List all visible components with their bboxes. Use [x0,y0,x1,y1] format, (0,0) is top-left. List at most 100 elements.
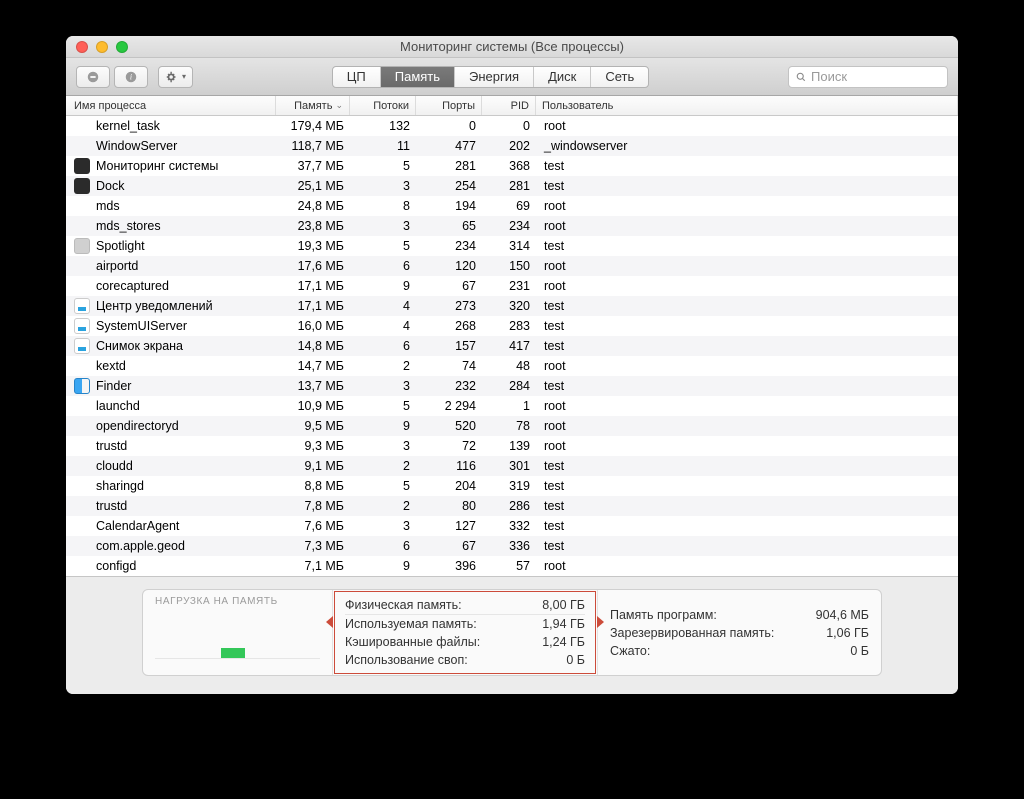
process-ports: 65 [416,216,482,236]
col-header-threads[interactable]: Потоки [350,96,416,115]
table-row[interactable]: Снимок экрана14,8 МБ6157417test [66,336,958,356]
table-row[interactable]: opendirectoryd9,5 МБ952078root [66,416,958,436]
table-row[interactable]: com.apple.geod7,3 МБ667336test [66,536,958,556]
process-memory: 37,7 МБ [276,156,350,176]
process-table-body[interactable]: kernel_task179,4 МБ13200rootWindowServer… [66,116,958,576]
process-pid: 202 [482,136,536,156]
process-name: SystemUIServer [96,319,187,333]
table-row[interactable]: CalendarAgent7,6 МБ3127332test [66,516,958,536]
traffic-lights [76,41,128,53]
tab-disk[interactable]: Диск [534,67,591,87]
settings-button[interactable]: ▾ [158,66,193,88]
table-row[interactable]: sharingd8,8 МБ5204319test [66,476,958,496]
table-row[interactable]: Центр уведомлений17,1 МБ4273320test [66,296,958,316]
process-threads: 4 [350,316,416,336]
process-pid: 139 [482,436,536,456]
table-row[interactable]: mds_stores23,8 МБ365234root [66,216,958,236]
process-user: test [536,516,958,536]
process-threads: 2 [350,496,416,516]
app-icon [74,178,90,194]
process-user: test [536,496,958,516]
process-name: Снимок экрана [96,339,183,353]
process-pid: 314 [482,236,536,256]
process-ports: 67 [416,276,482,296]
table-row[interactable]: trustd9,3 МБ372139root [66,436,958,456]
tab-cpu[interactable]: ЦП [333,67,381,87]
process-name: WindowServer [96,139,177,153]
close-icon[interactable] [76,41,88,53]
process-memory: 17,1 МБ [276,296,350,316]
table-row[interactable]: Finder13,7 МБ3232284test [66,376,958,396]
process-threads: 9 [350,416,416,436]
process-name: trustd [96,499,127,513]
process-user: root [536,556,958,576]
process-ports: 0 [416,116,482,136]
process-threads: 2 [350,456,416,476]
table-row[interactable]: kextd14,7 МБ27448root [66,356,958,376]
process-threads: 3 [350,176,416,196]
col-header-user[interactable]: Пользователь [536,96,958,115]
col-header-memory[interactable]: Память⌄ [276,96,350,115]
process-memory: 7,3 МБ [276,536,350,556]
window-title: Мониторинг системы (Все процессы) [66,39,958,54]
table-row[interactable]: Spotlight19,3 МБ5234314test [66,236,958,256]
table-row[interactable]: airportd17,6 МБ6120150root [66,256,958,276]
memory-stats-primary: Физическая память:8,00 ГБ Используемая п… [333,590,597,675]
process-memory: 17,1 МБ [276,276,350,296]
tab-memory[interactable]: Память [381,67,455,87]
process-ports: 72 [416,436,482,456]
table-row[interactable]: cloudd9,1 МБ2116301test [66,456,958,476]
titlebar[interactable]: Мониторинг системы (Все процессы) [66,36,958,58]
process-threads: 6 [350,536,416,556]
tab-network[interactable]: Сеть [591,67,648,87]
table-row[interactable]: mds24,8 МБ819469root [66,196,958,216]
tab-segmented-control: ЦП Память Энергия Диск Сеть [332,66,649,88]
process-memory: 17,6 МБ [276,256,350,276]
process-user: _windowserver [536,136,958,156]
process-threads: 3 [350,216,416,236]
process-ports: 67 [416,536,482,556]
process-name: opendirectoryd [96,419,179,433]
process-user: root [536,416,958,436]
table-row[interactable]: kernel_task179,4 МБ13200root [66,116,958,136]
info-button[interactable]: i [114,66,148,88]
table-row[interactable]: WindowServer118,7 МБ11477202_windowserve… [66,136,958,156]
process-pid: 284 [482,376,536,396]
table-row[interactable]: configd7,1 МБ939657root [66,556,958,576]
table-row[interactable]: launchd10,9 МБ52 2941root [66,396,958,416]
table-row[interactable]: Dock25,1 МБ3254281test [66,176,958,196]
process-name: launchd [96,399,140,413]
process-ports: 74 [416,356,482,376]
table-row[interactable]: corecaptured17,1 МБ967231root [66,276,958,296]
process-name: Центр уведомлений [96,299,213,313]
stop-icon [86,70,100,84]
process-memory: 16,0 МБ [276,316,350,336]
table-row[interactable]: trustd7,8 МБ280286test [66,496,958,516]
process-user: root [536,196,958,216]
tab-energy[interactable]: Энергия [455,67,534,87]
search-placeholder: Поиск [811,69,847,84]
zoom-icon[interactable] [116,41,128,53]
activity-monitor-window: Мониторинг системы (Все процессы) i ▾ ЦП… [66,36,958,694]
stop-process-button[interactable] [76,66,110,88]
process-memory: 9,3 МБ [276,436,350,456]
table-header: Имя процесса Память⌄ Потоки Порты PID По… [66,96,958,116]
minimize-icon[interactable] [96,41,108,53]
process-ports: 281 [416,156,482,176]
process-memory: 23,8 МБ [276,216,350,236]
process-name: airportd [96,259,138,273]
process-pid: 150 [482,256,536,276]
process-memory: 8,8 МБ [276,476,350,496]
table-row[interactable]: Мониторинг системы37,7 МБ5281368test [66,156,958,176]
col-header-pid[interactable]: PID [482,96,536,115]
process-pid: 281 [482,176,536,196]
process-memory: 19,3 МБ [276,236,350,256]
col-header-ports[interactable]: Порты [416,96,482,115]
search-input[interactable]: Поиск [788,66,948,88]
process-pid: 286 [482,496,536,516]
process-ports: 120 [416,256,482,276]
col-header-name[interactable]: Имя процесса [66,96,276,115]
table-row[interactable]: SystemUIServer16,0 МБ4268283test [66,316,958,336]
process-threads: 5 [350,156,416,176]
process-name: cloudd [96,459,133,473]
